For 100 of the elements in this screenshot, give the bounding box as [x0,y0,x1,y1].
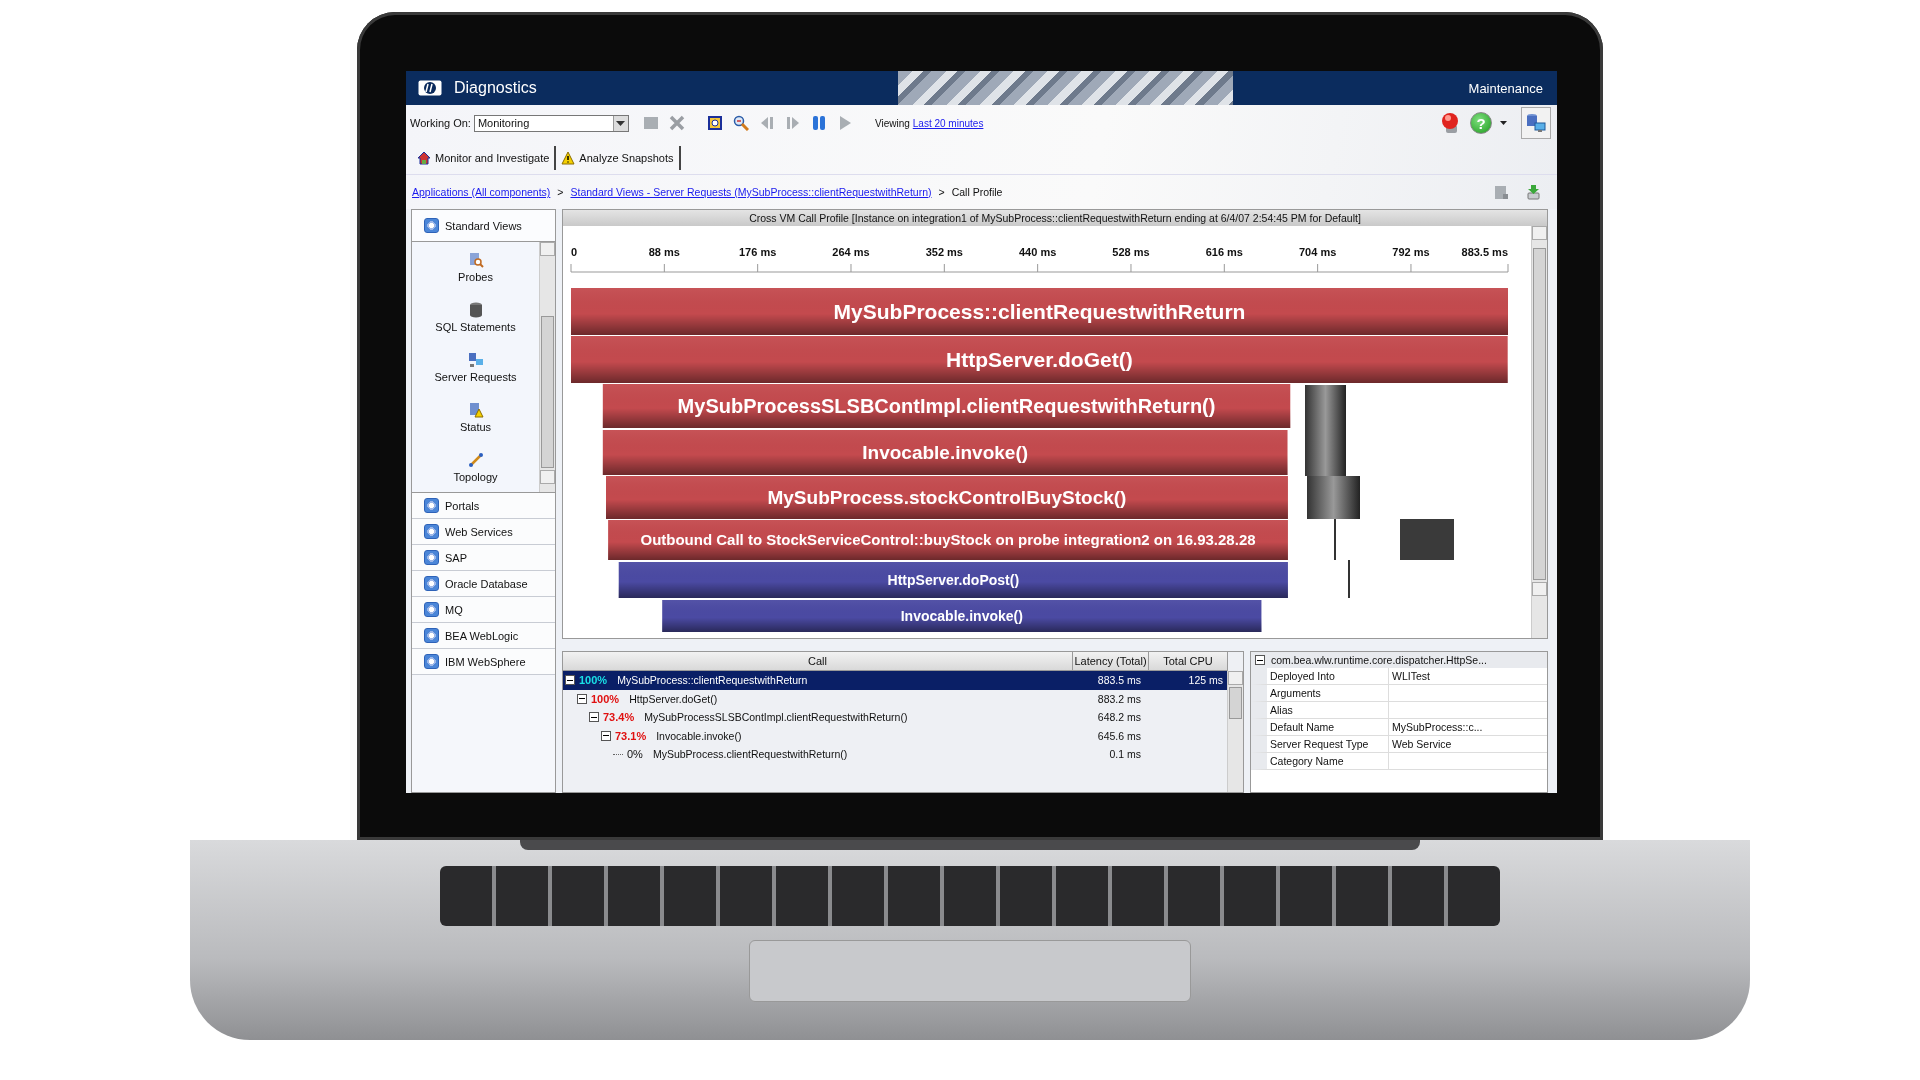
property-row[interactable]: Category Name [1251,753,1547,770]
call-bar[interactable] [608,520,1288,560]
call-name: HttpServer.doGet() [629,692,718,705]
call-bar[interactable] [606,476,1288,519]
table-row[interactable]: 100% MySubProcess::clientRequestwithReturn 883.5 ms 125 ms [563,671,1227,690]
collapse-icon[interactable] [565,675,575,686]
database-icon [467,301,484,318]
property-row[interactable]: Server Request Type Web Service [1251,736,1547,753]
logo-icon [418,80,442,96]
latency-cell: 645.6 ms [1097,729,1141,742]
axis-label: 0 [571,246,578,258]
scrollbar[interactable] [539,242,555,492]
bar-label: MySubProcess::clientRequestwithReturn [833,300,1246,324]
print-icon[interactable] [1494,184,1509,200]
caret-icon[interactable] [1500,121,1507,125]
collapse-icon[interactable] [1255,655,1265,665]
tab[interactable]: Analyze Snapshots [556,145,681,170]
sidebar-group[interactable]: SAP [412,545,555,571]
sidebar-group[interactable]: IBM WebSphere [412,649,555,675]
breadcrumb-link[interactable]: Applications (All components) [412,186,551,198]
magnifier-icon [467,251,484,268]
collapse-icon[interactable] [601,730,611,741]
warning-icon [561,150,576,165]
sidebar-item[interactable]: Status [412,392,539,442]
property-row[interactable]: Alias [1251,702,1547,719]
call-bar[interactable] [662,600,1262,632]
latency-cell: 883.5 ms [1097,674,1141,687]
breadcrumb-separator: > [938,186,945,198]
percent-text: 73.4% [603,711,635,724]
sidebar-header[interactable]: Standard Views [412,210,555,242]
breadcrumb-current: Call Profile [951,186,1003,198]
property-row[interactable]: Default Name MySubProcess::c... [1251,719,1547,736]
property-name: Alias [1270,704,1293,716]
sidebar-group[interactable]: MQ [412,597,555,623]
panel-title: Cross VM Call Profile [Instance on integration1 of MySubProcess::clientRequestwithReturn ending at 6/4/07 2:54:45 PM for Default] [563,210,1547,226]
axis-label: 528 ms [1112,246,1150,258]
sidebar-group[interactable]: BEA WebLogic [412,623,555,649]
pause-icon[interactable] [810,115,827,131]
breadcrumb-separator: > [557,186,564,198]
bar-label: Invocable.invoke() [862,442,1029,464]
call-bar[interactable] [602,430,1288,475]
property-value: Web Service [1392,738,1452,750]
table-row[interactable]: 100% HttpServer.doGet() 883.2 ms [563,689,1227,708]
network-icon [467,351,484,368]
table-row[interactable]: 73.1% Invocable.invoke() 645.6 ms [563,726,1227,745]
export-icon[interactable] [1526,184,1541,200]
sidebar-group[interactable]: Portals [412,493,555,519]
sidebar-item[interactable]: Probes [412,242,539,292]
table-row[interactable]: 0% MySubProcess.clientRequestwithReturn() 0.1 ms [563,745,1227,764]
sidebar-item[interactable]: SQL Statements [412,292,539,342]
scrollbar[interactable] [1531,226,1547,638]
warning-icon [467,401,484,418]
property-row[interactable]: Arguments [1251,685,1547,702]
percent-text: 100% [591,692,620,705]
collapse-icon[interactable] [577,693,587,704]
bar-label: MySubProcessSLSBContImpl.clientRequestwithReturn() [677,395,1216,418]
call-bar[interactable] [571,288,1508,335]
property-name: Arguments [1270,687,1321,699]
percent-text: 73.1% [615,729,647,742]
column-header[interactable]: Latency (Total) [1073,652,1149,671]
column-header[interactable]: Call [563,652,1073,671]
property-row[interactable]: Deployed Into WLITest [1251,668,1547,685]
house-icon [417,150,431,165]
axis-label: 704 ms [1298,246,1337,258]
call-name: Invocable.invoke() [656,729,742,742]
working-on-dropdown[interactable]: Monitoring [473,114,629,132]
latency-cell: 0.1 ms [1109,748,1141,761]
call-bar[interactable] [618,562,1288,598]
axis-label: 883.5 ms [1461,246,1508,258]
sidebar-group[interactable]: Web Services [412,519,555,545]
bar-label: HttpServer.doGet() [946,348,1133,372]
bar-label: Outbound Call to StockServiceControl::buyStock on probe integration2 on 16.93.28.28 [640,531,1256,549]
tab[interactable]: Monitor and Investigate [412,145,557,170]
table-row[interactable]: 73.4% MySubProcessSLSBContImpl.clientRequestwithReturn() 648.2 ms [563,708,1227,727]
column-header[interactable]: Total CPU [1149,652,1228,671]
breadcrumb-link[interactable]: Standard Views - Server Requests (MySubProcess::clientRequestwithReturn) [570,186,932,198]
sidebar-group[interactable]: Oracle Database [412,571,555,597]
section-label: Maintenance [1468,80,1543,96]
percent-text: 100% [579,674,608,687]
tree-connector [613,753,623,755]
viewing-label: Viewing [874,117,910,129]
axis-label: 88 ms [648,246,680,258]
property-name: Default Name [1270,721,1335,733]
call-bar[interactable] [602,384,1291,428]
time-range-link[interactable]: Last 20 minutes [912,117,984,129]
bar-label: Invocable.invoke() [900,608,1023,625]
sidebar-item[interactable]: Server Requests [412,342,539,392]
call-name: MySubProcessSLSBContImpl.clientRequestwithReturn() [644,711,908,724]
property-group-header: com.bea.wlw.runtime.core.dispatcher.HttpSe... [1271,654,1487,666]
call-bar[interactable] [571,336,1508,383]
bar-label: MySubProcess.stockControlBuyStock() [767,487,1127,509]
axis-label: 616 ms [1205,246,1243,258]
zoom-icon[interactable] [732,115,749,131]
collapse-icon[interactable] [589,712,599,723]
axis-label: 352 ms [925,246,963,258]
sidebar-item[interactable]: Topology [412,442,539,492]
fit-icon[interactable] [706,115,723,131]
axis-label: 792 ms [1392,246,1430,258]
scrollbar[interactable] [1227,671,1243,792]
property-value: MySubProcess::c... [1392,721,1483,733]
